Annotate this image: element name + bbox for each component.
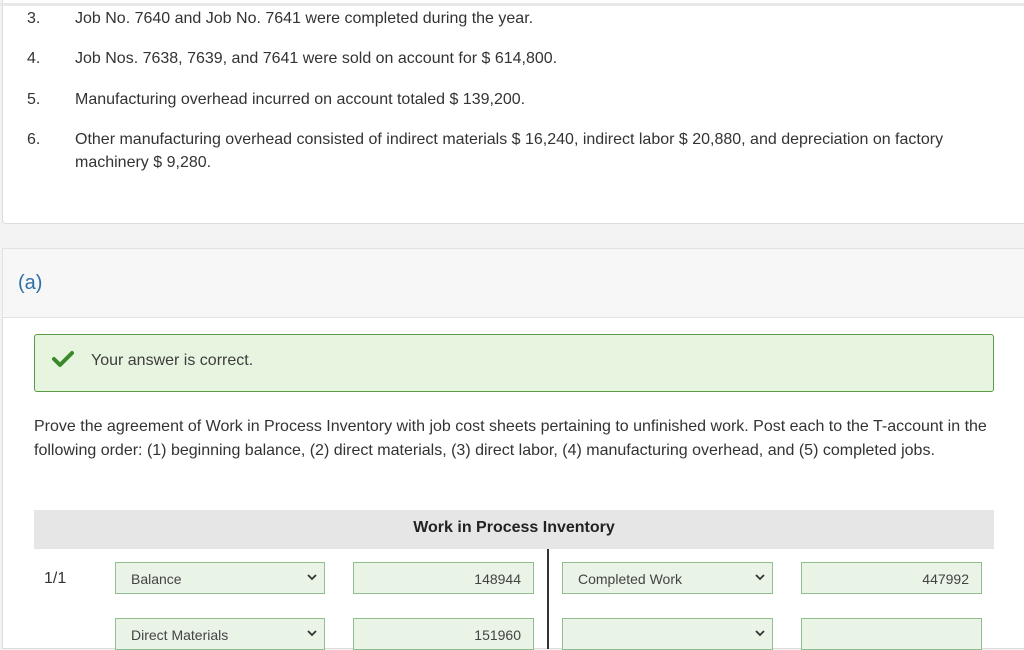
top-divider — [0, 3, 1024, 6]
credit-account-select[interactable]: Completed Work — [562, 562, 773, 594]
t-account-divider — [547, 549, 549, 649]
debit-account-select[interactable]: Balance — [115, 562, 325, 594]
item-text: Job No. 7640 and Job No. 7641 were compl… — [75, 10, 534, 27]
instructions-text: Prove the agreement of Work in Process I… — [34, 418, 987, 459]
item-number: 6. — [27, 131, 41, 148]
problem-card — [2, 0, 1024, 224]
chevron-down-icon — [755, 574, 765, 581]
part-header — [2, 248, 1024, 318]
credit-account-select[interactable] — [562, 618, 773, 650]
chevron-down-icon — [307, 574, 317, 581]
credit-amount-input[interactable]: 447992 — [801, 562, 982, 594]
input-value: 447992 — [922, 571, 969, 587]
input-value: 151960 — [474, 627, 521, 643]
select-value: Balance — [131, 571, 182, 587]
chevron-down-icon — [755, 630, 765, 637]
debit-account-select[interactable]: Direct Materials — [115, 618, 325, 650]
select-value: Completed Work — [578, 571, 683, 587]
t-account-title: Work in Process Inventory — [413, 519, 615, 536]
debit-amount-input[interactable]: 148944 — [353, 562, 534, 594]
item-text: Job Nos. 7638, 7639, and 7641 were sold … — [75, 50, 558, 67]
item-number: 5. — [27, 91, 41, 108]
checkmark-icon — [52, 351, 74, 367]
item-text: Other manufacturing overhead consisted o… — [75, 131, 944, 171]
chevron-down-icon — [307, 630, 317, 637]
item-text: Manufacturing overhead incurred on accou… — [75, 91, 526, 108]
row-date-label: 1/1 — [44, 570, 67, 587]
select-value: Direct Materials — [131, 627, 229, 643]
debit-amount-input[interactable]: 151960 — [353, 618, 534, 650]
feedback-message: Your answer is correct. — [91, 352, 254, 369]
credit-amount-input[interactable] — [801, 618, 982, 650]
part-label: (a) — [18, 272, 43, 294]
item-number: 3. — [27, 10, 41, 27]
input-value: 148944 — [474, 571, 521, 587]
item-number: 4. — [27, 50, 41, 67]
